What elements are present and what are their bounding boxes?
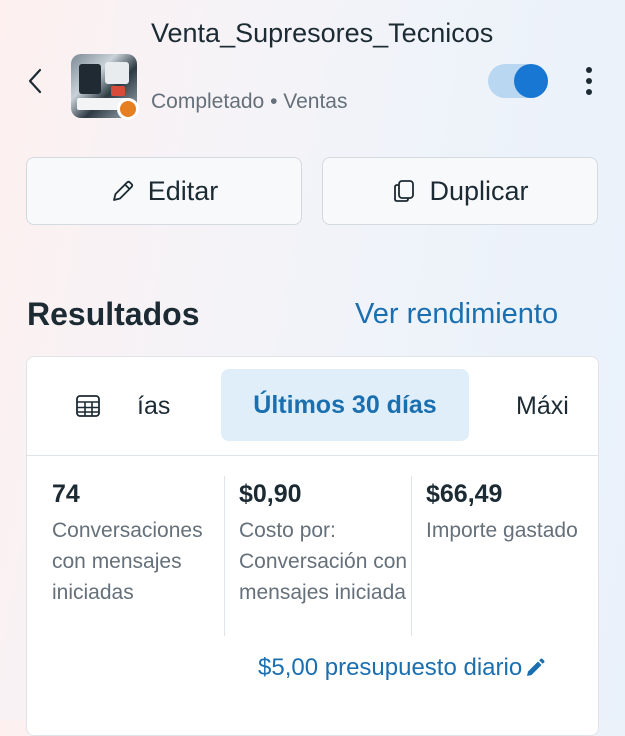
tab-maximum[interactable]: Máxi: [516, 392, 569, 421]
tab-last-30-days[interactable]: Últimos 30 días: [221, 369, 469, 441]
campaign-title: Venta_Supresores_Tecnicos: [151, 18, 494, 48]
metric-value: $0,90: [239, 480, 302, 508]
metric-value: $66,49: [426, 480, 503, 508]
more-dot-icon: [586, 78, 592, 84]
edit-button[interactable]: Editar: [26, 157, 302, 225]
results-heading: Resultados: [27, 296, 200, 332]
metric-conversations: 74 Conversaciones con mensajes iniciadas: [52, 480, 222, 608]
metric-amount-spent: $66,49 Importe gastado: [426, 480, 601, 546]
pencil-icon: [112, 180, 133, 201]
duplicate-button[interactable]: Duplicar: [322, 157, 598, 225]
view-performance-link[interactable]: Ver rendimiento: [355, 298, 558, 331]
copy-icon: [394, 180, 415, 202]
tab-previous-range[interactable]: ías: [137, 392, 170, 421]
metric-cost-per-result: $0,90 Costo por: Conversación con mensaj…: [239, 480, 409, 608]
campaign-thumbnail: [71, 54, 139, 120]
duplicate-label: Duplicar: [429, 175, 529, 206]
calendar-table-icon[interactable]: [74, 392, 102, 420]
back-button[interactable]: [18, 64, 52, 98]
objective-text: Ventas: [283, 90, 348, 113]
more-dot-icon: [586, 67, 592, 73]
status-text: Completado: [151, 90, 265, 113]
metric-label: Costo por: Conversación con mensajes ini…: [239, 519, 408, 604]
subtitle-separator: •: [264, 90, 284, 113]
edit-label: Editar: [147, 175, 219, 206]
daily-budget-link[interactable]: $5,00 presupuesto diario: [258, 654, 546, 682]
campaign-toggle[interactable]: [488, 64, 548, 98]
more-dot-icon: [586, 89, 592, 95]
chevron-left-icon: [28, 68, 42, 94]
campaign-subtitle: Completado • Ventas: [151, 90, 348, 114]
status-dot: [117, 98, 139, 120]
toggle-knob: [514, 64, 548, 98]
metric-label: Importe gastado: [426, 519, 578, 542]
table-grid-icon: [76, 395, 100, 417]
more-options-button[interactable]: [575, 62, 603, 100]
metric-value: 74: [52, 480, 80, 508]
metric-divider: [224, 476, 225, 636]
metric-divider: [411, 476, 412, 636]
metric-label: Conversaciones con mensajes iniciadas: [52, 519, 203, 604]
budget-label: $5,00 presupuesto diario: [258, 654, 523, 681]
edit-pencil-icon: [527, 658, 545, 676]
